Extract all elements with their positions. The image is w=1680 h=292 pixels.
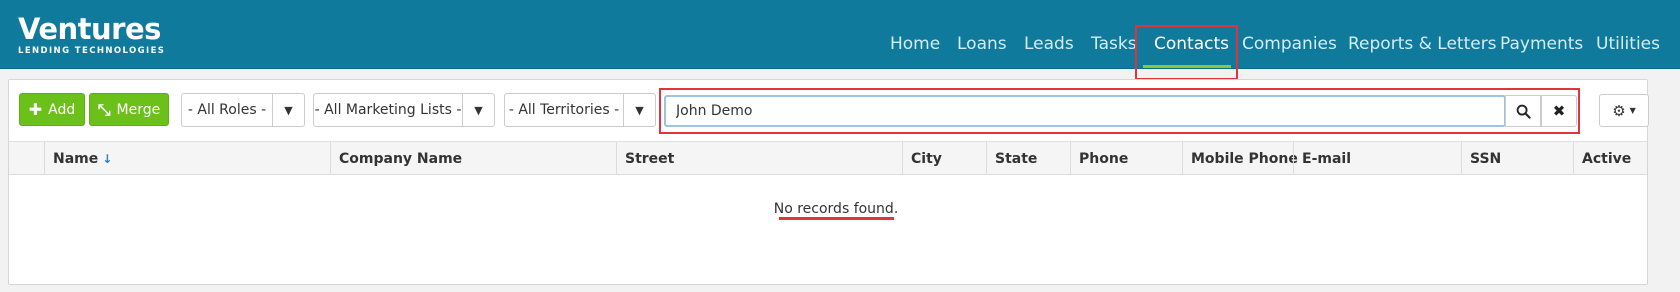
plus-icon: ✚ xyxy=(28,100,43,119)
sort-down-icon: ↓ xyxy=(102,151,113,166)
brand-tagline: LENDING TECHNOLOGIES xyxy=(18,46,166,56)
marketing-lists-filter-value: - All Marketing Lists - xyxy=(314,102,462,118)
nav-loans[interactable]: Loans xyxy=(957,34,1007,54)
gear-icon: ⚙ xyxy=(1612,101,1626,120)
column-header-state-label: State xyxy=(995,150,1038,167)
column-header-mobile-phone[interactable]: Mobile Phone xyxy=(1182,142,1298,175)
merge-button[interactable]: ⤡ Merge xyxy=(89,93,169,126)
nav-tasks[interactable]: Tasks xyxy=(1091,34,1137,54)
column-header-company-name[interactable]: Company Name xyxy=(330,142,616,175)
roles-filter-value: - All Roles - xyxy=(187,102,267,118)
nav-contacts[interactable]: Contacts xyxy=(1154,34,1229,54)
select-column-header xyxy=(9,142,44,175)
column-header-name[interactable]: Name ↓ xyxy=(44,142,330,175)
column-header-active-label: Active xyxy=(1582,150,1632,167)
search-button[interactable] xyxy=(1505,95,1541,127)
brand-name: Ventures xyxy=(18,12,161,46)
column-header-mobile-phone-label: Mobile Phone xyxy=(1191,150,1298,167)
territories-filter-value: - All Territories - xyxy=(508,102,620,118)
column-header-name-label: Name xyxy=(53,150,99,167)
nav-utilities[interactable]: Utilities xyxy=(1596,34,1660,54)
caret-down-icon[interactable]: ▼ xyxy=(623,94,655,126)
empty-message-underline xyxy=(779,217,894,220)
search-input[interactable] xyxy=(664,95,1506,127)
nav-home[interactable]: Home xyxy=(890,34,940,54)
column-header-phone[interactable]: Phone xyxy=(1070,142,1182,175)
chevron-down-icon: ▼ xyxy=(1629,106,1636,115)
column-header-email[interactable]: E-mail xyxy=(1293,142,1461,175)
add-button-label: Add xyxy=(48,101,76,118)
nav-leads[interactable]: Leads xyxy=(1024,34,1074,54)
column-header-state[interactable]: State xyxy=(986,142,1070,175)
brand-logo[interactable]: Ventures LENDING TECHNOLOGIES xyxy=(18,14,165,56)
caret-down-icon[interactable]: ▼ xyxy=(462,94,494,126)
search-bar xyxy=(664,95,1506,127)
column-header-phone-label: Phone xyxy=(1079,150,1129,167)
settings-button[interactable]: ⚙ ▼ xyxy=(1599,94,1649,127)
territories-filter[interactable]: - All Territories - ▼ xyxy=(504,93,656,127)
merge-button-label: Merge xyxy=(116,101,161,118)
clear-search-button[interactable]: ✖ xyxy=(1541,95,1577,127)
empty-table-message: No records found. xyxy=(773,201,899,217)
column-header-active[interactable]: Active xyxy=(1573,142,1647,175)
app-header: Ventures LENDING TECHNOLOGIES Home Loans… xyxy=(0,0,1680,69)
column-header-street[interactable]: Street xyxy=(616,142,902,175)
column-header-company-name-label: Company Name xyxy=(339,150,463,167)
caret-down-icon[interactable]: ▼ xyxy=(272,94,304,126)
roles-filter[interactable]: - All Roles - ▼ xyxy=(181,93,305,127)
column-header-city-label: City xyxy=(911,150,942,167)
merge-icon: ⤡ xyxy=(97,99,111,119)
table-header: Name ↓ Company Name Street City State Ph… xyxy=(9,141,1647,175)
marketing-lists-filter[interactable]: - All Marketing Lists - ▼ xyxy=(313,93,495,127)
nav-payments[interactable]: Payments xyxy=(1500,34,1583,54)
column-header-email-label: E-mail xyxy=(1302,150,1352,167)
column-header-street-label: Street xyxy=(625,150,675,167)
column-header-ssn-label: SSN xyxy=(1470,150,1502,167)
search-icon xyxy=(1516,104,1531,119)
close-icon: ✖ xyxy=(1552,102,1566,120)
nav-companies[interactable]: Companies xyxy=(1242,34,1337,54)
active-tab-indicator xyxy=(1143,65,1231,68)
add-button[interactable]: ✚ Add xyxy=(19,93,85,126)
nav-reports-letters[interactable]: Reports & Letters xyxy=(1348,34,1497,54)
column-header-ssn[interactable]: SSN xyxy=(1461,142,1573,175)
column-header-city[interactable]: City xyxy=(902,142,986,175)
